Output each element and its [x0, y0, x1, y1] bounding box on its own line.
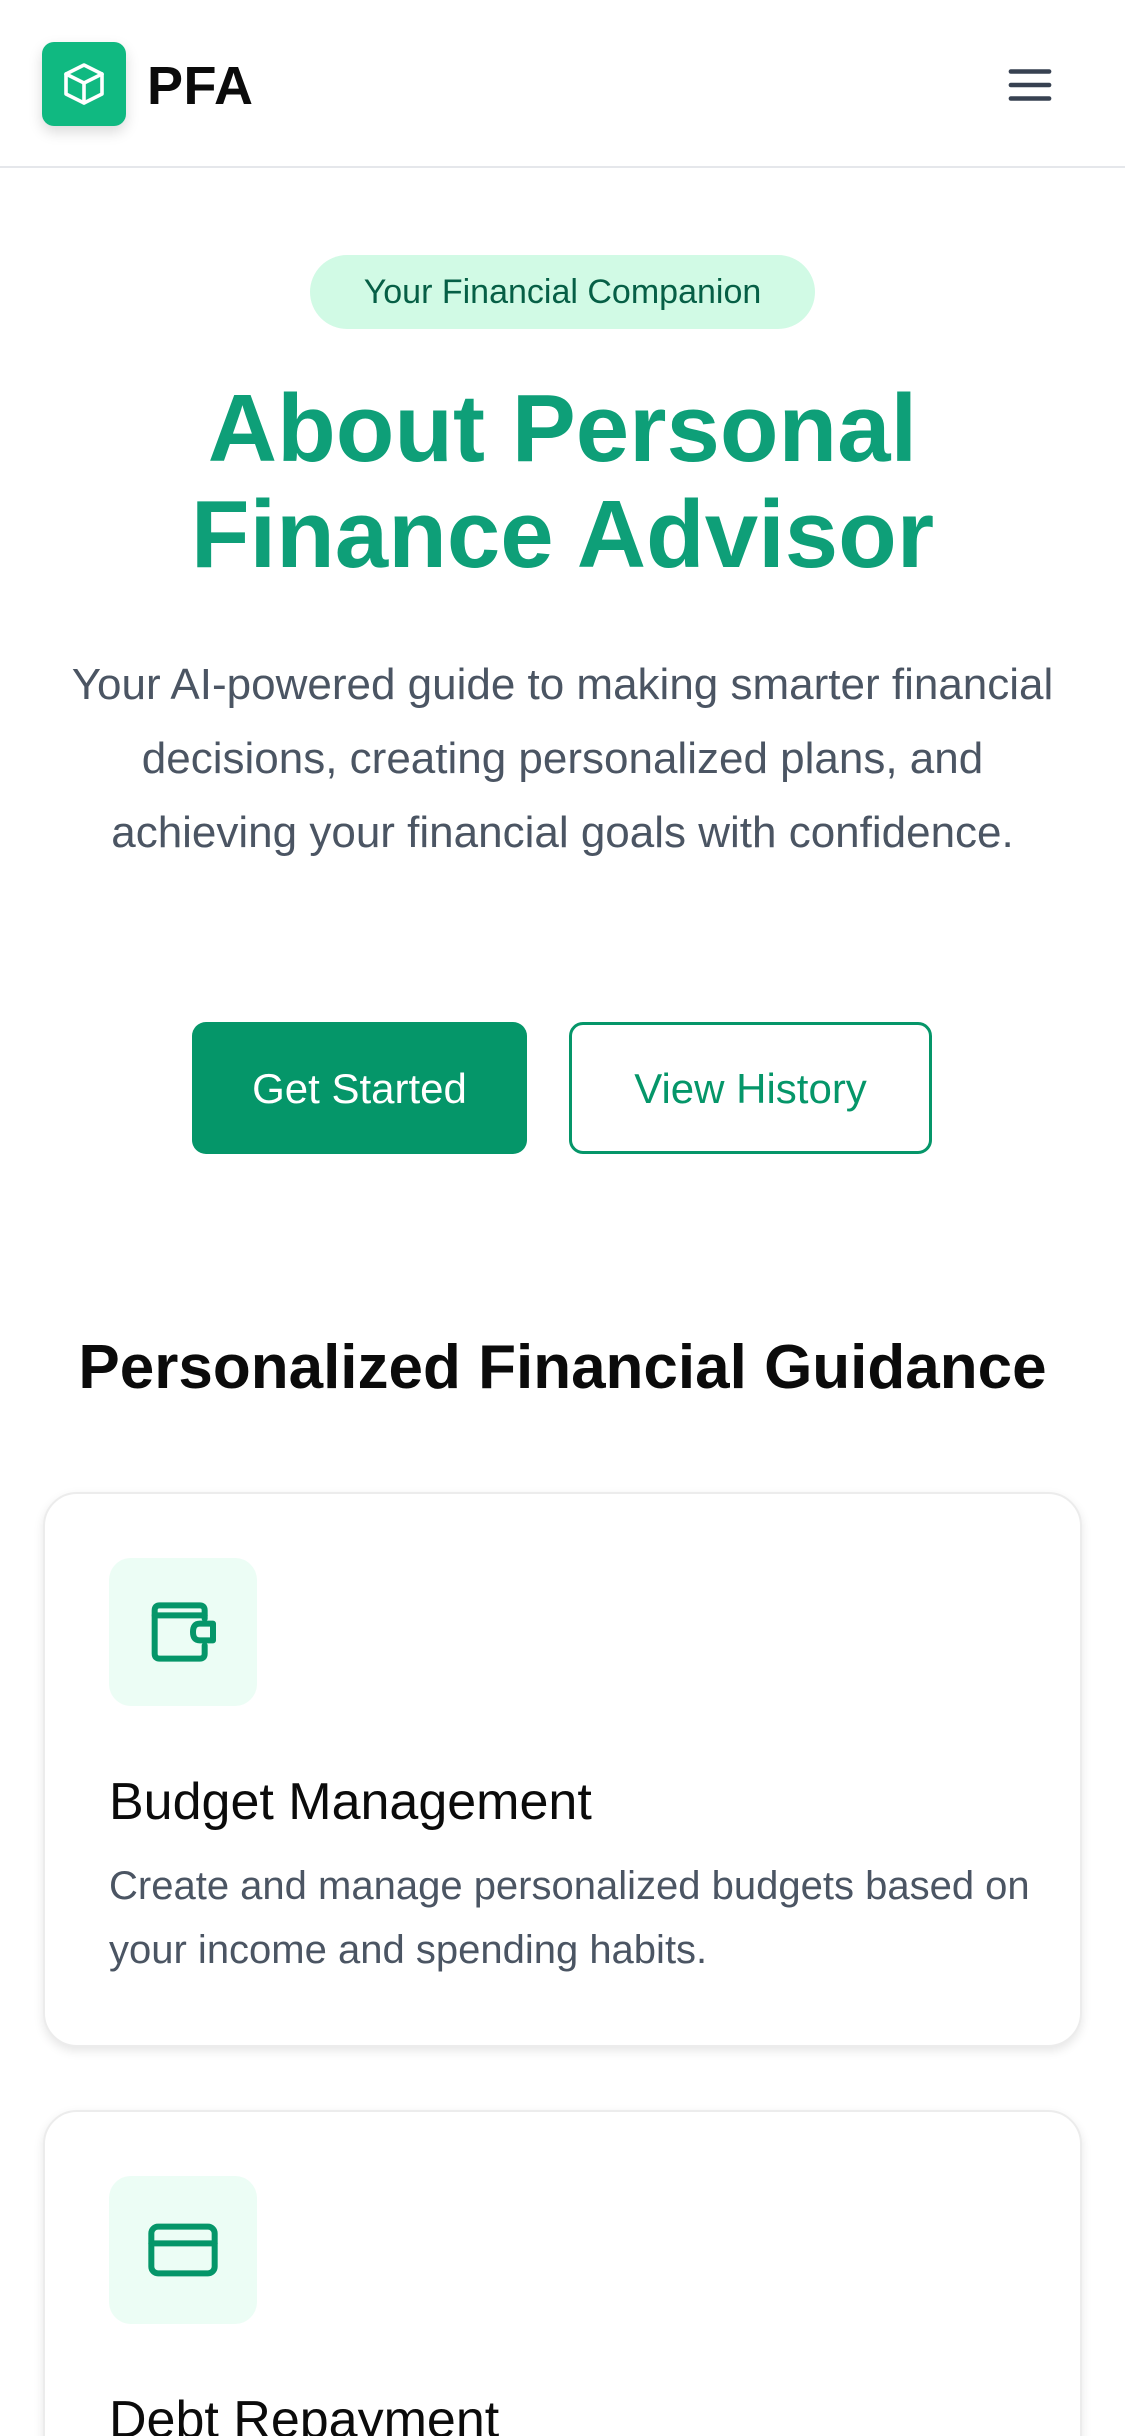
- about-page: PFA Your Financial Companion About Perso…: [0, 0, 1125, 2436]
- feature-card-debt-repayment[interactable]: Debt Repayment: [43, 2110, 1082, 2436]
- feature-icon-container: [109, 1558, 257, 1706]
- hero-badge: Your Financial Companion: [310, 255, 815, 329]
- feature-icon-container: [109, 2176, 257, 2324]
- hero-subtitle: Your AI-powered guide to making smarter …: [71, 660, 1054, 857]
- page-title-line-2: Finance Advisor: [190, 481, 935, 588]
- top-navigation-bar: PFA: [0, 0, 1125, 168]
- menu-button[interactable]: [990, 52, 1070, 118]
- cube-icon: [64, 63, 104, 105]
- brand-name[interactable]: PFA: [147, 54, 254, 118]
- get-started-button[interactable]: Get Started: [192, 1022, 527, 1154]
- feature-description: Create and manage personalized budgets b…: [109, 1864, 1030, 1972]
- view-history-button[interactable]: View History: [569, 1022, 932, 1154]
- feature-title: Budget Management: [109, 1773, 592, 1831]
- page-title-line-1: About Personal: [207, 375, 918, 482]
- page-title: About Personal Finance Advisor: [60, 376, 1065, 588]
- hamburger-menu-icon: [1008, 69, 1052, 101]
- feature-card-budget-management[interactable]: Budget Management Create and manage pers…: [43, 1492, 1082, 2047]
- section-heading: Personalized Financial Guidance: [78, 1333, 1047, 1402]
- feature-title: Debt Repayment: [109, 2391, 500, 2436]
- wallet-icon: [151, 1602, 216, 1662]
- logo[interactable]: [42, 42, 126, 126]
- credit-card-icon: [148, 2223, 218, 2277]
